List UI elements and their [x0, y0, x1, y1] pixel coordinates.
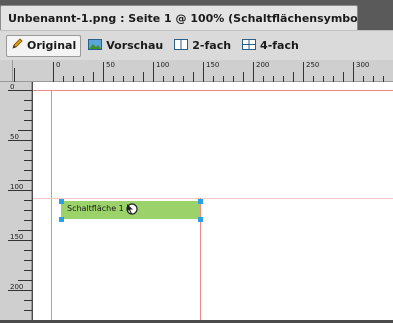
ruler-label: 100	[156, 61, 170, 69]
ruler-label: 150	[10, 233, 24, 241]
view-2up-label: 2-fach	[192, 39, 232, 52]
view-original-label: Original	[27, 39, 77, 52]
ruler-label: 0	[56, 61, 61, 69]
ruler-label: 200	[256, 61, 270, 69]
view-2up-button[interactable]: 2-fach	[170, 35, 235, 57]
two-up-icon	[174, 38, 189, 53]
page-top-guide	[33, 90, 393, 91]
slice-guide-horizontal	[33, 198, 393, 199]
page-left-guide	[51, 90, 52, 320]
pencil-icon	[11, 38, 23, 53]
selection-handle-bottom-left[interactable]	[59, 217, 64, 222]
move-cursor-icon	[124, 202, 140, 219]
image-preview-icon	[88, 38, 103, 53]
horizontal-ruler[interactable]: 0 50 100 150 200 250 300	[13, 60, 393, 82]
document-tab[interactable]: Unbenannt-1.png : Seite 1 @ 100% (Schalt…	[0, 5, 358, 30]
ruler-corner	[0, 60, 13, 82]
four-up-icon	[242, 38, 257, 53]
document-tab-title: Unbenannt-1.png : Seite 1 @ 100% (Schalt…	[8, 11, 358, 25]
ruler-label: 300	[356, 61, 370, 69]
ruler-label: 200	[10, 283, 24, 291]
selection-handle-top-left[interactable]	[59, 199, 64, 204]
horizontal-ruler-ticks	[14, 62, 384, 82]
view-original-button[interactable]: Original	[6, 34, 82, 57]
button-shape-label: Schaltfläche 1	[67, 204, 124, 213]
view-preview-label: Vorschau	[106, 39, 164, 52]
view-4up-label: 4-fach	[260, 39, 299, 52]
vertical-ruler[interactable]: 0 50 100 150 200	[0, 82, 32, 320]
ruler-label: 100	[10, 183, 24, 191]
selection-handle-bottom-right[interactable]	[198, 217, 203, 222]
document-tab-strip: Unbenannt-1.png : Seite 1 @ 100% (Schalt…	[0, 0, 393, 30]
view-4up-button[interactable]: 4-fach	[238, 35, 303, 57]
ruler-label: 50	[106, 61, 115, 69]
view-mode-bar: Original Vorschau 2-fach 4-fach	[0, 30, 393, 60]
view-preview-button[interactable]: Vorschau	[84, 35, 167, 57]
ruler-label: 0	[10, 83, 15, 91]
selection-handle-top-right[interactable]	[198, 199, 203, 204]
document-canvas[interactable]: Schaltfläche 1	[33, 82, 393, 320]
ruler-label: 250	[306, 61, 320, 69]
ruler-label: 50	[10, 133, 19, 141]
ruler-label: 150	[206, 61, 220, 69]
